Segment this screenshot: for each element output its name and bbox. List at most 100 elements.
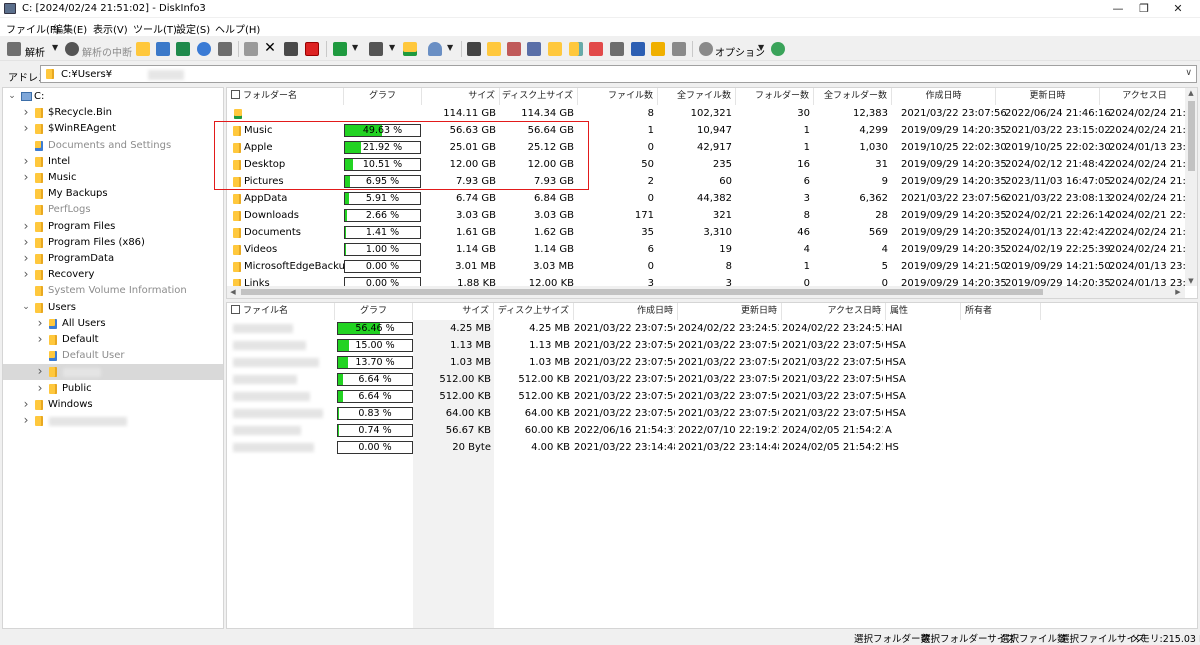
options-dropdown-icon[interactable]: ▼ (758, 43, 764, 52)
select-all-checkbox[interactable] (231, 305, 240, 314)
delete-icon[interactable]: ✕ (263, 41, 277, 56)
folder-view-icon[interactable] (487, 42, 501, 56)
tree-node[interactable]: › Program Files (x86) (3, 235, 223, 251)
table-row[interactable]: 0.00 % 20 Byte 4.00 KB 2021/03/22 23:14:48 2… (227, 439, 1185, 456)
table-row[interactable]: 56.46 % 4.25 MB 4.25 MB 2021/03/22 23:07:56… (227, 320, 1185, 337)
tree-node[interactable]: › All Users (3, 316, 223, 332)
chevron-right-icon[interactable]: › (21, 235, 31, 249)
chevron-right-icon[interactable]: › (21, 251, 31, 265)
scroll-thumb[interactable] (1188, 101, 1195, 171)
chevron-right-icon[interactable]: › (35, 381, 45, 395)
folder-tree-icon[interactable] (548, 42, 562, 56)
column-header-disk-size[interactable]: ディスク上サイズ (500, 88, 578, 105)
table-row[interactable]: Videos 1.00 % 1.14 GB 1.14 GB 6 19 4 4 2019/09/2… (227, 241, 1197, 258)
column-header-attributes[interactable]: 属性 (886, 303, 961, 320)
back-icon[interactable] (333, 42, 347, 56)
select-all-checkbox[interactable] (231, 90, 240, 99)
menu-file[interactable]: ファイル(F) (6, 21, 60, 36)
chevron-right-icon[interactable]: › (21, 267, 31, 281)
column-header-owner[interactable]: 所有者 (961, 303, 1041, 320)
table-row[interactable]: 0.74 % 56.67 KB 60.00 KB 2022/06/16 21:54:3… (227, 422, 1185, 439)
chevron-right-icon[interactable]: › (35, 316, 45, 330)
table-row[interactable]: Downloads 2.66 % 3.03 GB 3.03 GB 171 321 8 28 20… (227, 207, 1192, 224)
binoculars-icon[interactable] (467, 42, 481, 56)
analyze-button[interactable]: 解析 (25, 44, 45, 59)
column-header-graph[interactable]: グラフ (335, 303, 413, 320)
column-header-folder-name[interactable]: フォルダー名 (227, 88, 344, 105)
table-row[interactable]: 15.00 % 1.13 MB 1.13 MB 2021/03/22 23:07:56… (227, 337, 1185, 354)
column-header-disk-size[interactable]: ディスク上サイズ (494, 303, 574, 320)
chevron-right-icon[interactable]: › (21, 397, 31, 411)
address-input[interactable]: C:¥Users¥ ∨ (40, 65, 1197, 83)
tree-node[interactable]: › (3, 413, 223, 429)
folder-open-icon[interactable] (136, 42, 150, 56)
stop-analyze-button[interactable]: 解析の中断 (82, 44, 132, 59)
chevron-right-icon[interactable]: › (21, 413, 31, 427)
forward-icon[interactable] (369, 42, 383, 56)
table-row[interactable]: Documents 1.41 % 1.61 GB 1.62 GB 35 3,310 46 56… (227, 224, 1197, 241)
parent-folder-icon[interactable] (403, 42, 417, 56)
globe-icon[interactable] (771, 42, 785, 56)
chevron-right-icon[interactable]: › (21, 121, 31, 135)
user-icon[interactable] (428, 42, 442, 56)
tree-node[interactable]: › $WinREAgent (3, 121, 223, 137)
save-icon[interactable] (156, 42, 170, 56)
tree-node[interactable]: › Recovery (3, 267, 223, 283)
tree-node[interactable]: › Windows (3, 397, 223, 413)
column-header-total-folders[interactable]: 全フォルダー数 (814, 88, 892, 105)
column-header-created[interactable]: 作成日時 (892, 88, 996, 105)
favorite-icon[interactable] (651, 42, 665, 56)
tree-node[interactable]: › ProgramData (3, 251, 223, 267)
info-icon[interactable] (197, 42, 211, 56)
column-header-size[interactable]: サイズ (413, 303, 494, 320)
scroll-left-icon[interactable]: ◀ (227, 288, 239, 296)
chevron-right-icon[interactable]: › (21, 219, 31, 233)
network-icon[interactable] (631, 42, 645, 56)
column-header-created[interactable]: 作成日時 (574, 303, 678, 320)
column-header-folder-count[interactable]: フォルダー数 (736, 88, 814, 105)
column-header-total-files[interactable]: 全ファイル数 (658, 88, 736, 105)
tree-node[interactable]: PerfLogs (3, 202, 223, 218)
column-header-file-count[interactable]: ファイル数 (578, 88, 658, 105)
properties-icon[interactable] (284, 42, 298, 56)
tree-node[interactable]: My Backups (3, 186, 223, 202)
tree-node[interactable]: › Default (3, 332, 223, 348)
chevron-right-icon[interactable]: › (21, 170, 31, 184)
menu-tools[interactable]: ツール(T) (133, 21, 177, 36)
print-icon[interactable] (218, 42, 232, 56)
column-header-modified[interactable]: 更新日時 (996, 88, 1100, 105)
address-dropdown-icon[interactable]: ∨ (1185, 68, 1192, 78)
tree-node[interactable]: › (3, 364, 223, 381)
column-header-accessed[interactable]: アクセス日時 (782, 303, 886, 320)
chevron-down-icon[interactable]: ⌄ (7, 91, 17, 101)
chevron-right-icon[interactable]: › (35, 364, 45, 378)
calendar-icon[interactable] (589, 42, 603, 56)
file-list[interactable]: ファイル名 グラフ サイズ ディスク上サイズ 作成日時 更新日時 アクセス日時 属性 所有者 5… (226, 302, 1198, 629)
user-dropdown-icon[interactable]: ▼ (447, 43, 453, 52)
table-row[interactable]: 13.70 % 1.03 MB 1.03 MB 2021/03/22 23:07:56… (227, 354, 1185, 371)
column-header-file-name[interactable]: ファイル名 (227, 303, 335, 320)
window-icon[interactable] (672, 42, 686, 56)
tree-node[interactable]: ⌄ Users (3, 300, 223, 316)
scroll-right-icon[interactable]: ▶ (1172, 288, 1184, 296)
back-dropdown-icon[interactable]: ▼ (352, 43, 358, 52)
column-header-modified[interactable]: 更新日時 (678, 303, 782, 320)
folder-search-icon[interactable] (569, 42, 583, 56)
column-header-graph[interactable]: グラフ (344, 88, 422, 105)
chevron-right-icon[interactable]: › (21, 154, 31, 168)
menu-view[interactable]: 表示(V) (93, 21, 128, 36)
tree-node[interactable]: › Intel (3, 154, 223, 170)
tree-node[interactable]: › Public (3, 381, 223, 397)
table-row[interactable]: 0.83 % 64.00 KB 64.00 KB 2021/03/22 23:07:5… (227, 405, 1185, 422)
table-row[interactable]: 6.64 % 512.00 KB 512.00 KB 2021/03/22 23:07… (227, 371, 1185, 388)
stop-icon[interactable] (65, 42, 79, 56)
analyze-icon[interactable] (7, 42, 21, 56)
drive-icon[interactable] (610, 42, 624, 56)
list-view-icon[interactable] (527, 42, 541, 56)
chevron-right-icon[interactable]: › (35, 332, 45, 346)
folder-tree[interactable]: ⌄ C: › $Recycle.Bin › $WinREAgent Documents an… (2, 87, 224, 629)
forward-dropdown-icon[interactable]: ▼ (389, 43, 395, 52)
table-row[interactable]: 6.64 % 512.00 KB 512.00 KB 2021/03/22 23:07… (227, 388, 1185, 405)
table-row[interactable]: 114.11 GB 114.34 GB 8 102,321 30 12,383 2021/0… (227, 105, 1197, 122)
copy-icon[interactable] (244, 42, 258, 56)
